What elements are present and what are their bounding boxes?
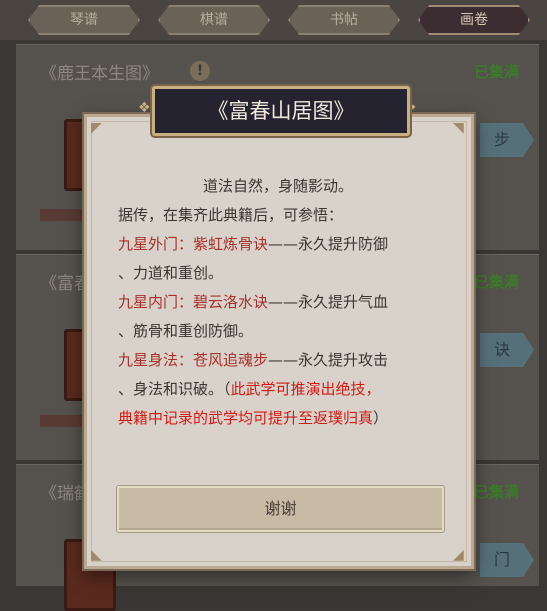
intro-line: 道法自然，身随影动。	[202, 177, 353, 195]
skill-description: ——永久提升防御	[268, 235, 389, 253]
corner-ornament-icon: ◢	[453, 547, 464, 563]
intro-line: 据传，在集齐此典籍后，可参悟：	[118, 206, 344, 224]
dialog-body: 道法自然，身随影动。 据传，在集齐此典籍后，可参悟： 九星外门：紫虹炼骨诀——永…	[118, 172, 438, 433]
skill-name: 九星外门：紫虹炼骨诀	[118, 235, 269, 253]
skill-description: 、筋骨和重创防御。	[118, 322, 254, 340]
skill-description: ——永久提升气血	[268, 293, 389, 311]
skill-name: 九星身法：苍风追魂步	[118, 351, 269, 369]
corner-ornament-icon: ◤	[91, 120, 102, 136]
note-text: 典籍中记录的武学均可提升至返璞归真	[118, 409, 374, 427]
note-text: 此武学可推演出绝技，	[230, 380, 381, 398]
corner-ornament-icon: ◣	[91, 547, 102, 563]
skill-description: 、力道和重创。	[118, 264, 224, 282]
note-close: ）	[373, 409, 389, 427]
corner-ornament-icon: ◥	[453, 120, 464, 136]
skill-description: 、身法和识破。（	[118, 380, 231, 398]
thanks-button[interactable]: 谢谢	[117, 486, 444, 532]
skill-name: 九星内门：碧云洛水诀	[118, 293, 269, 311]
title-ornament-icon: ❖	[138, 100, 151, 116]
dialog-title: 《富春山居图》	[152, 86, 410, 136]
skill-description: ——永久提升攻击	[268, 351, 389, 369]
